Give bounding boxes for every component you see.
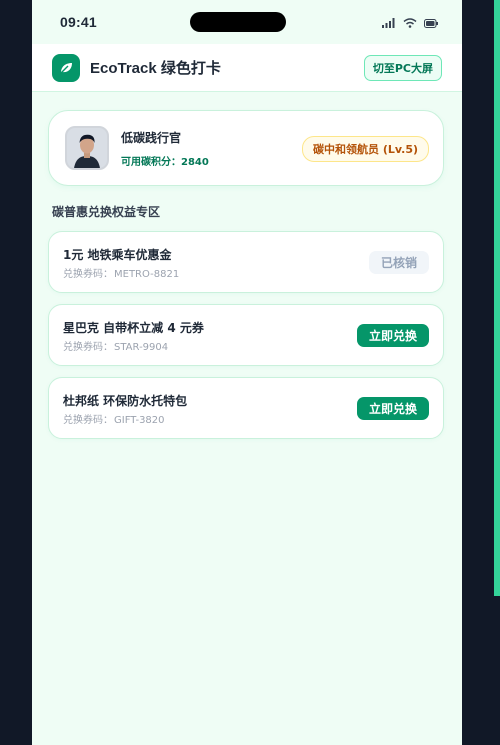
brand: EcoTrack 绿色打卡 — [52, 53, 221, 82]
section-title: 碳普惠兑换权益专区 — [52, 205, 161, 219]
redeem-button[interactable]: 立即兑换 — [356, 397, 429, 420]
reward-code: 兑换券码：STAR-9904 — [63, 338, 168, 353]
status-bar: 09:41 — [32, 0, 462, 44]
signal-icon — [382, 13, 396, 32]
app-window: 09:41 EcoTrack 绿色打卡 切至PC大屏 低碳践行官 可用碳积分：2… — [0, 0, 500, 745]
redeemed-badge: 已核销 — [368, 251, 429, 274]
reward-code: 兑换券码：METRO-8821 — [63, 265, 179, 280]
carbon-points-value: 2840 — [181, 157, 209, 168]
reward-code-label: 兑换券码： — [63, 415, 113, 426]
carbon-points: 可用碳积分：2840 — [121, 153, 209, 168]
reward-title: 1元 地铁乘车优惠金 — [63, 248, 172, 262]
user-name: 低碳践行官 — [121, 131, 182, 145]
reward-code-value: GIFT-3820 — [114, 415, 165, 426]
reward-card: 1元 地铁乘车优惠金 兑换券码：METRO-8821 已核销 — [48, 231, 444, 293]
app-header: EcoTrack 绿色打卡 切至PC大屏 — [32, 44, 462, 92]
avatar — [65, 126, 109, 170]
reward-code-label: 兑换券码： — [63, 269, 113, 280]
reward-code-value: METRO-8821 — [114, 269, 180, 280]
battery-icon — [424, 13, 438, 32]
reward-code: 兑换券码：GIFT-3820 — [63, 411, 165, 426]
phone-screen: 09:41 EcoTrack 绿色打卡 切至PC大屏 低碳践行官 可用碳积分：2… — [32, 0, 462, 745]
carbon-points-label: 可用碳积分： — [121, 157, 181, 168]
reward-card: 星巴克 自带杯立减 4 元券 兑换券码：STAR-9904 立即兑换 — [48, 304, 444, 366]
app-title: EcoTrack 绿色打卡 — [90, 60, 221, 77]
status-icons — [382, 13, 438, 32]
profile-card: 低碳践行官 可用碳积分：2840 碳中和领航员 (Lv.5) — [48, 110, 444, 186]
reward-code-label: 兑换券码： — [63, 342, 113, 353]
status-time: 09:41 — [60, 14, 97, 30]
leaf-icon — [52, 53, 80, 82]
switch-to-pc-button[interactable]: 切至PC大屏 — [363, 54, 442, 81]
level-badge: 碳中和领航员 (Lv.5) — [302, 136, 429, 162]
reward-title: 星巴克 自带杯立减 4 元券 — [63, 321, 204, 335]
wifi-icon — [403, 13, 417, 32]
redeem-button[interactable]: 立即兑换 — [356, 324, 429, 347]
reward-code-value: STAR-9904 — [114, 342, 169, 353]
window-edge-accent — [494, 0, 500, 596]
reward-card: 杜邦纸 环保防水托特包 兑换券码：GIFT-3820 立即兑换 — [48, 377, 444, 439]
reward-title: 杜邦纸 环保防水托特包 — [63, 394, 188, 408]
dynamic-island — [190, 12, 286, 32]
